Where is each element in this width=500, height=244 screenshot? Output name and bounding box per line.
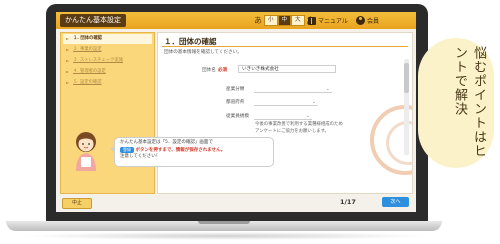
font-size-control: あ 小 中 大 あ bbox=[254, 15, 316, 27]
sidebar-item-business-setup[interactable]: ２. 事業の設定 bbox=[63, 45, 152, 55]
book-icon bbox=[308, 16, 316, 25]
bubble-line-3: 注意してください！ bbox=[120, 154, 161, 159]
industry-label: 産業分類 bbox=[226, 87, 245, 92]
prefecture-label: 都道府県 bbox=[226, 100, 245, 105]
hint-bubble: かんたん基本設定は「5．設定の確認」画面で 登録 ボタンを押すまで、情報が保存さ… bbox=[110, 137, 274, 167]
laptop-shadow bbox=[20, 232, 430, 240]
app-title: かんたん基本設定 bbox=[60, 14, 126, 27]
footer-bar: 中止 1/17 次へ bbox=[60, 196, 412, 210]
sidebar-item-stress-check[interactable]: ３. ストレスチェック実施 bbox=[63, 56, 152, 66]
survey-note: 今後の事業改善で利用する業種様相成のため アンケートにご協力をお願いします。 bbox=[255, 122, 343, 134]
sidebar-item-admin-setup[interactable]: ４. 管理者の設定 bbox=[63, 67, 152, 77]
sidebar-item-confirm-settings[interactable]: ５. 設定の確認 bbox=[63, 78, 152, 88]
prefecture-row: 都道府県 ⌄ bbox=[158, 99, 398, 109]
font-size-small-button[interactable]: 小 bbox=[264, 15, 278, 26]
register-chip: 登録 bbox=[120, 146, 134, 153]
industry-row: 産業分類 ⌄ bbox=[158, 86, 398, 96]
org-name-field[interactable]: いきいき株式会社 bbox=[238, 65, 336, 73]
guide-mascot bbox=[76, 132, 96, 171]
font-size-small-glyph: あ bbox=[254, 16, 262, 25]
chevron-down-icon: ⌄ bbox=[311, 99, 316, 105]
font-size-medium-button[interactable]: 中 bbox=[277, 15, 292, 26]
main-panel: １．団体の確認 団体の基本情報を確認してください。 団体名 必須 いきいき株式会社… bbox=[157, 32, 413, 194]
org-name-label-text: 団体名 bbox=[202, 68, 216, 73]
account-link[interactable]: 会員 bbox=[356, 15, 379, 26]
laptop-notch bbox=[198, 221, 250, 224]
cancel-button[interactable]: 中止 bbox=[62, 198, 92, 209]
manual-label: マニュアル bbox=[318, 18, 348, 25]
font-size-large-button[interactable]: 大 bbox=[291, 15, 305, 26]
manual-link[interactable]: マニュアル bbox=[308, 15, 348, 26]
required-mark: 必須 bbox=[217, 68, 227, 73]
top-bar: かんたん基本設定 あ 小 中 大 あ マニュアル 会員 bbox=[56, 12, 416, 29]
sidebar-item-org-confirm[interactable]: １. 団体の確認 bbox=[63, 34, 152, 44]
section-description: 団体の基本情報を確認してください。 bbox=[164, 50, 242, 55]
next-button[interactable]: 次へ bbox=[382, 197, 409, 207]
bubble-warning: ボタンを押すまで、情報が保存されません。 bbox=[135, 147, 226, 153]
industry-select[interactable]: ⌄ bbox=[254, 86, 332, 93]
main-scrollbar[interactable] bbox=[404, 59, 409, 155]
chevron-down-icon: ⌄ bbox=[325, 86, 330, 92]
account-label: 会員 bbox=[367, 18, 380, 25]
bubble-line-2: 登録 ボタンを押すまで、情報が保存されません。 bbox=[120, 146, 268, 155]
app-screen: かんたん基本設定 あ 小 中 大 あ マニュアル 会員 １. 団体の確認 ２. … bbox=[56, 12, 416, 212]
chevron-down-icon: ⌄ bbox=[305, 113, 310, 119]
org-name-label: 団体名 必須 bbox=[202, 67, 227, 73]
prefecture-select[interactable]: ⌄ bbox=[254, 99, 318, 106]
hint-callout-text: 悩むポイントはヒントで解決 bbox=[452, 46, 486, 158]
user-icon bbox=[356, 16, 365, 25]
employees-select[interactable]: ⌄ bbox=[254, 113, 312, 120]
scrollbar-thumb[interactable] bbox=[404, 63, 409, 93]
org-name-row: 団体名 必須 いきいき株式会社 bbox=[158, 65, 398, 75]
employees-label: 従業員規模 bbox=[226, 114, 249, 119]
page-counter: 1/17 bbox=[340, 198, 356, 206]
section-divider bbox=[162, 46, 408, 47]
